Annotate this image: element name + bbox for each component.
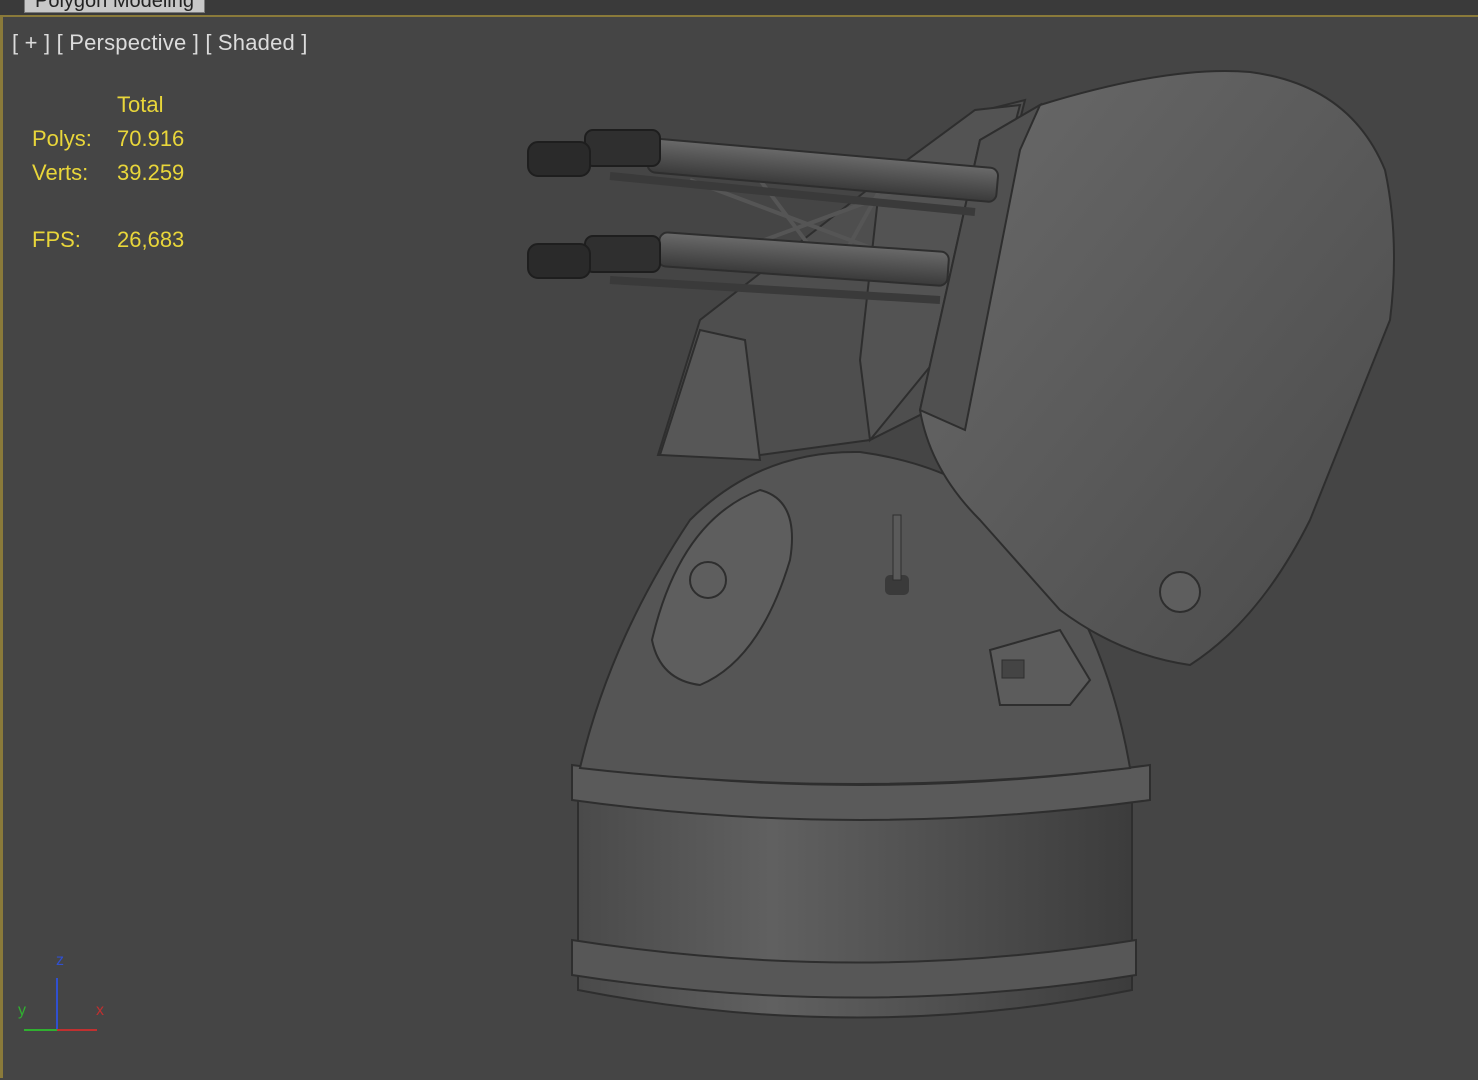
axis-gizmo: z y x — [12, 950, 112, 1040]
axis-x-label: x — [96, 1002, 104, 1019]
axis-z-label: z — [56, 952, 64, 969]
axis-y-label: y — [18, 1002, 26, 1019]
pedestal-base — [571, 763, 1151, 1019]
turret-model-render[interactable] — [0, 0, 1478, 1080]
